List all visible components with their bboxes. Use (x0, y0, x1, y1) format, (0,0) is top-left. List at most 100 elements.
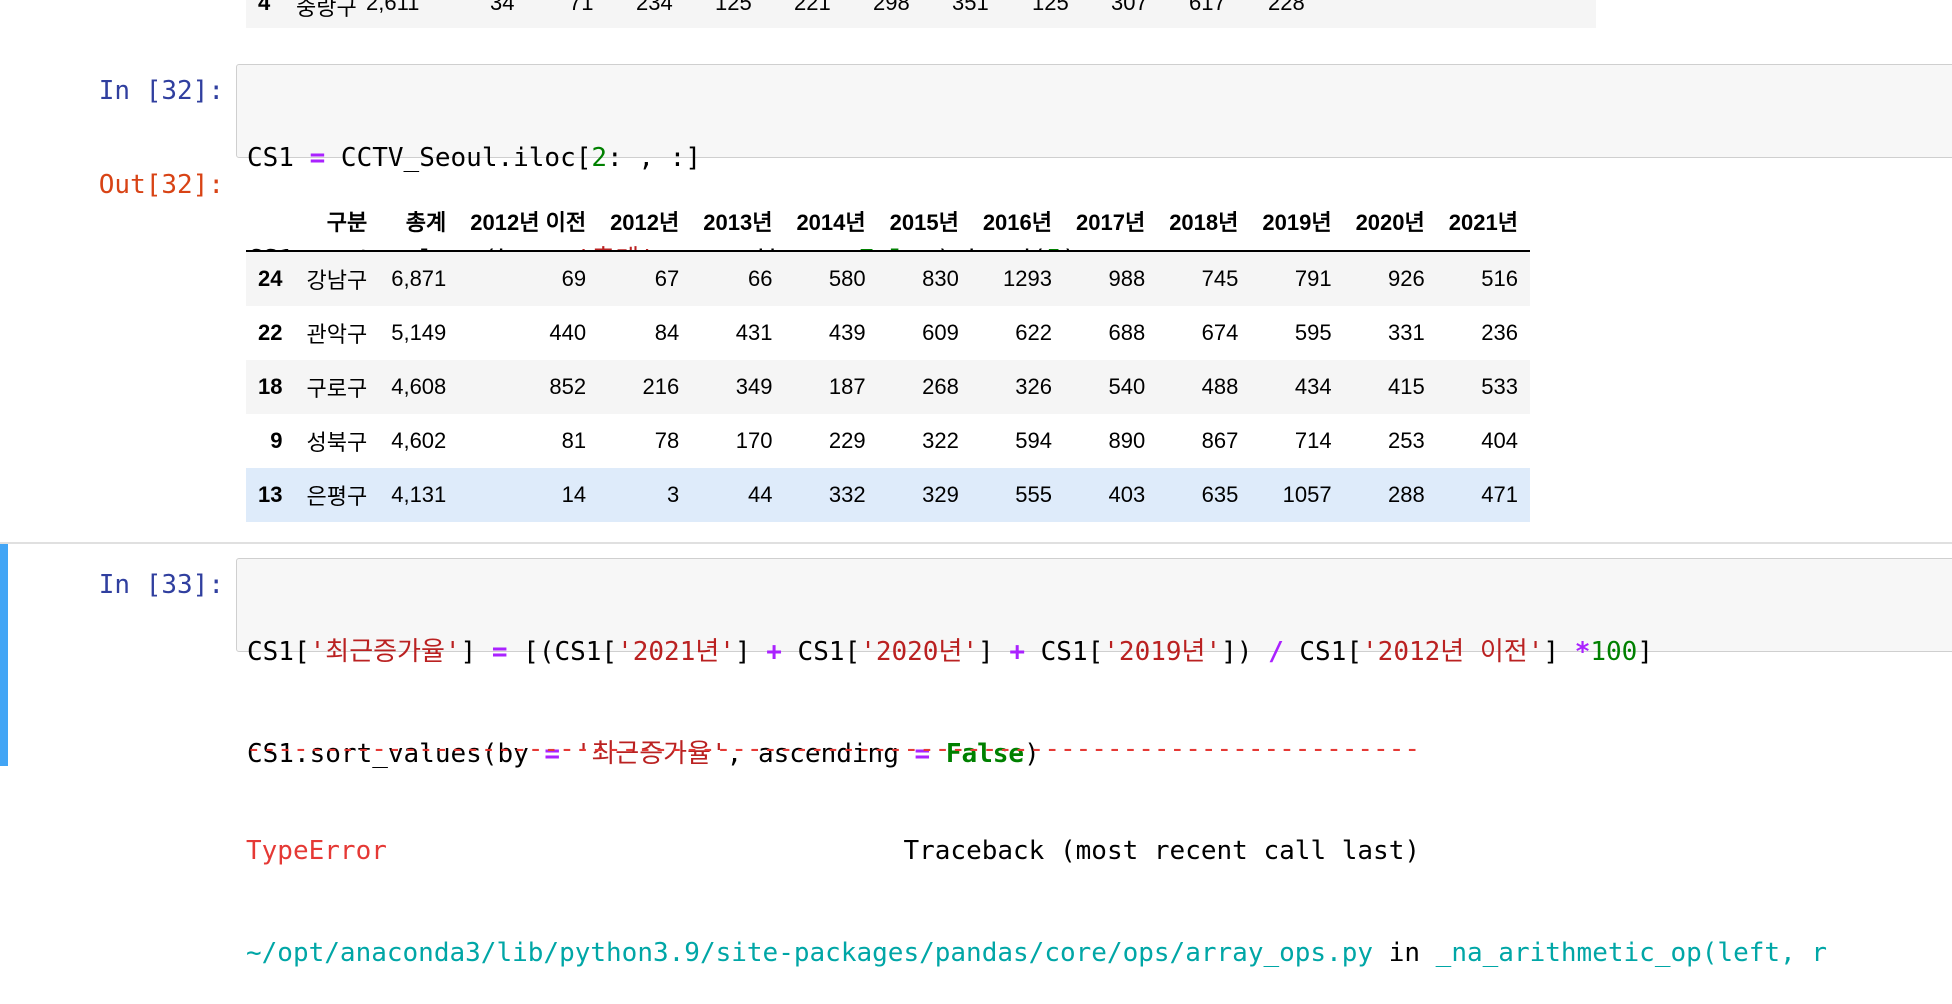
table-cell: 236 (1481, 320, 1518, 345)
row-value: 351 (952, 0, 989, 15)
column-header: 2018년 (1157, 192, 1251, 252)
table-cell: 253 (1388, 428, 1425, 453)
column-header: 2012년 (598, 192, 692, 252)
table-cell: 688 (1108, 320, 1146, 345)
code-editor[interactable]: CS1['최근증가율'] = [(CS1['2021년'] + CS1['202… (236, 558, 1952, 769)
table-cell: 78 (654, 428, 680, 453)
table-cell: 44 (747, 482, 773, 507)
table-cell: 791 (1294, 266, 1332, 291)
table-cell: 5,149 (391, 320, 447, 345)
column-header: 2020년 (1343, 192, 1437, 252)
input-prompt: In [33]: (98, 570, 224, 600)
error-type: TypeError (246, 836, 387, 866)
table-cell: 81 (561, 428, 587, 453)
table-row: 9 성북구 4,602 81 78 170 229 322 594 890 86… (246, 414, 1530, 468)
traceback-divider: ----------------------------------------… (246, 734, 1420, 764)
table-cell: 830 (922, 266, 959, 291)
row-total: 2,611 (366, 0, 420, 15)
table-cell: 170 (735, 428, 773, 453)
row-value: 221 (794, 0, 831, 15)
table-cell: 4,131 (391, 482, 447, 507)
table-cell: 440 (549, 320, 587, 345)
code-editor[interactable]: CS1 = CCTV_Seoul.iloc[2: , :] CS1.sort_v… (236, 64, 1952, 275)
table-cell: 332 (828, 482, 866, 507)
row-value: 228 (1268, 0, 1305, 15)
table-cell: 1293 (1003, 266, 1052, 291)
table-cell: 216 (642, 374, 680, 399)
row-index: 4 (258, 0, 271, 15)
table-cell: 488 (1201, 374, 1239, 399)
table-cell: 439 (828, 320, 866, 345)
row-index: 22 (258, 320, 283, 345)
table-cell: 3 (667, 482, 680, 507)
column-header: 2013년 (691, 192, 785, 252)
row-index: 18 (258, 374, 283, 399)
traceback-title: Traceback (most recent call last) (903, 836, 1421, 866)
table-cell: 867 (1201, 428, 1239, 453)
table-cell: 329 (922, 482, 959, 507)
row-value: 307 (1111, 0, 1148, 15)
table-cell: 288 (1388, 482, 1425, 507)
table-cell: 67 (654, 266, 680, 291)
table-cell: 229 (828, 428, 866, 453)
table-cell: 강남구 (306, 268, 368, 293)
table-cell: 268 (922, 374, 959, 399)
row-value: 617 (1189, 0, 1226, 15)
table-cell: 890 (1108, 428, 1146, 453)
row-value: 34 (490, 0, 515, 15)
table-cell: 580 (828, 266, 866, 291)
table-cell: 4,602 (391, 428, 447, 453)
index-header (246, 192, 295, 252)
table-cell: 1057 (1282, 482, 1332, 507)
table-cell: 187 (828, 374, 866, 399)
output-prompt: Out[32]: (98, 170, 224, 200)
table-row: 24 강남구 6,871 69 67 66 580 830 1293 988 7… (246, 251, 1530, 306)
previous-table-row: 4 중랑구 2,611 34 71 234 125 221 298 351 12… (246, 0, 1596, 28)
table-cell: 관악구 (306, 322, 368, 347)
table-cell: 516 (1481, 266, 1518, 291)
row-index: 13 (258, 482, 283, 507)
table-cell: 926 (1388, 266, 1425, 291)
traceback-function: _na_arithmetic_op(left, r (1435, 938, 1828, 968)
dataframe-table: 구분 총계 2012년 이전 2012년 2013년 2014년 2015년 2… (246, 192, 1530, 522)
table-cell: 540 (1108, 374, 1146, 399)
table-cell: 745 (1201, 266, 1239, 291)
table-cell: 322 (922, 428, 959, 453)
row-value: 298 (873, 0, 910, 15)
column-header: 2015년 (877, 192, 971, 252)
row-district: 중랑구 (296, 0, 357, 20)
input-prompt: In [32]: (98, 76, 224, 106)
table-cell: 349 (735, 374, 773, 399)
table-cell: 988 (1108, 266, 1146, 291)
table-cell: 404 (1481, 428, 1518, 453)
table-header-row: 구분 총계 2012년 이전 2012년 2013년 2014년 2015년 2… (246, 192, 1530, 252)
traceback-header: TypeError Traceback (most recent call la… (246, 834, 1827, 868)
table-cell: 609 (922, 320, 959, 345)
column-header: 총계 (379, 192, 459, 252)
table-cell: 4,608 (391, 374, 447, 399)
table-row: 22 관악구 5,149 440 84 431 439 609 622 688 … (246, 306, 1530, 360)
table-cell: 622 (1015, 320, 1052, 345)
row-index: 24 (258, 266, 283, 291)
column-header: 2014년 (784, 192, 878, 252)
row-value: 71 (569, 0, 594, 15)
column-header: 2012년 이전 (458, 192, 599, 252)
table-cell: 415 (1388, 374, 1425, 399)
table-cell: 533 (1481, 374, 1518, 399)
row-value: 234 (636, 0, 673, 15)
column-header: 2017년 (1064, 192, 1158, 252)
table-cell: 594 (1015, 428, 1052, 453)
row-index: 9 (270, 428, 283, 453)
table-cell: 555 (1015, 482, 1052, 507)
table-cell: 326 (1015, 374, 1052, 399)
table-cell: 431 (735, 320, 773, 345)
traceback-file-path[interactable]: ~/opt/anaconda3/lib/python3.9/site-packa… (246, 938, 1373, 968)
column-header: 2019년 (1250, 192, 1344, 252)
table-cell: 331 (1388, 320, 1425, 345)
table-cell: 852 (549, 374, 587, 399)
table-cell: 구로구 (306, 376, 368, 401)
table-cell: 은평구 (306, 484, 368, 509)
table-cell: 6,871 (391, 266, 447, 291)
table-row-hovered: 13 은평구 4,131 14 3 44 332 329 555 403 635… (246, 468, 1530, 522)
code-line: CS1 = CCTV_Seoul.iloc[2: , :] (247, 143, 701, 173)
